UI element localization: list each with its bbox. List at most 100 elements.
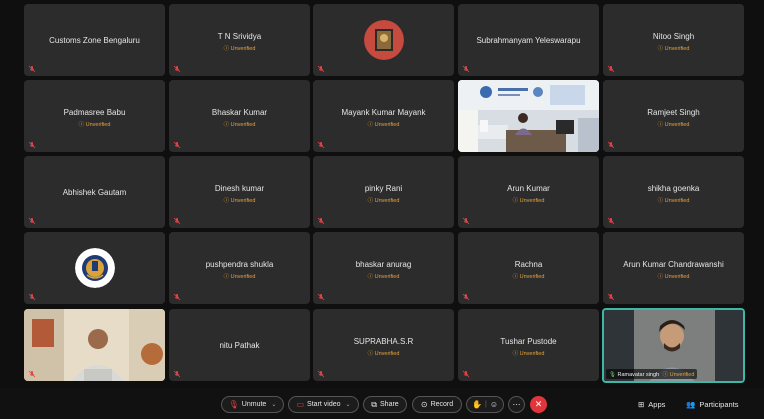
participant-tile[interactable]: bhaskar anurag ⓘ Unverified [313, 232, 454, 304]
mic-muted-icon [607, 217, 615, 225]
mic-muted-icon [28, 141, 36, 149]
unverified-badge: ⓘ Unverified [367, 351, 400, 357]
participant-avatar [74, 248, 115, 288]
participant-tile[interactable]: nitu Pathak [169, 309, 310, 381]
mic-on-icon: 🎙 [609, 372, 616, 378]
people-icon: 👥 [686, 400, 696, 409]
participant-tile[interactable]: Ramjeet Singh ⓘ Unverified [603, 80, 744, 152]
participant-tile[interactable]: Customs Zone Bengaluru [24, 4, 165, 76]
participant-tile[interactable]: Mayank Kumar Mayank ⓘ Unverified [313, 80, 454, 152]
participants-label: Participants [699, 400, 739, 409]
participant-name: Ramavatar singh [617, 372, 660, 378]
mic-muted-icon [607, 141, 615, 149]
participant-tile[interactable] [24, 232, 165, 304]
participant-avatar [363, 20, 404, 60]
close-icon: ✕ [534, 399, 543, 409]
participant-tile-active-speaker[interactable]: 🎙 Ramavatar singh ⓘ Unverified [602, 308, 745, 383]
participant-tile[interactable]: SUPRABHA.S.R ⓘ Unverified [313, 309, 454, 381]
participant-tile[interactable]: Arun Kumar ⓘ Unverified [458, 156, 599, 228]
mic-muted-icon [173, 141, 181, 149]
participant-grid: Customs Zone Bengaluru T N Srividya ⓘ Un… [0, 0, 764, 388]
share-screen-icon: ⧉ [371, 399, 378, 409]
participant-name: nitu Pathak [219, 341, 260, 350]
mic-muted-icon [28, 293, 36, 301]
participant-tile[interactable]: Arun Kumar Chandrawanshi ⓘ Unverified [603, 232, 744, 304]
office-video-feed [458, 80, 599, 152]
unverified-badge: ⓘ Unverified [512, 351, 545, 357]
participant-name: Nitoo Singh [652, 32, 695, 41]
participant-tile[interactable]: pushpendra shukla ⓘ Unverified [169, 232, 310, 304]
unverified-badge: ⓘ Unverified [512, 274, 545, 280]
mic-muted-icon [28, 370, 36, 378]
participant-tile[interactable]: Rachna ⓘ Unverified [458, 232, 599, 304]
more-icon: ⋯ [512, 399, 521, 409]
participant-name: Ramjeet Singh [647, 108, 700, 117]
mic-muted-icon [317, 370, 325, 378]
participant-tile-video[interactable] [458, 80, 599, 152]
participant-tile[interactable]: pinky Rani ⓘ Unverified [313, 156, 454, 228]
record-icon: ⊙ [420, 399, 428, 409]
start-video-button[interactable]: ▭ Start video ⌄ [288, 396, 359, 413]
unverified-badge: ⓘ Unverified [657, 122, 690, 128]
participant-name: Arun Kumar [507, 184, 550, 193]
mic-muted-icon [317, 217, 325, 225]
participant-name: SUPRABHA.S.R [353, 337, 414, 346]
share-button[interactable]: ⧉ Share [363, 396, 407, 413]
participants-button[interactable]: 👥 Participants [686, 396, 739, 413]
participant-tile[interactable] [313, 4, 454, 76]
unverified-badge: ⓘ Unverified [657, 46, 690, 52]
participant-name: Mayank Kumar Mayank [341, 108, 426, 117]
participant-name: pinky Rani [364, 184, 403, 193]
chevron-down-icon[interactable]: ⌄ [346, 401, 351, 408]
participant-tile[interactable]: Padmasree Babu ⓘ Unverified [24, 80, 165, 152]
man-video-feed [24, 309, 165, 381]
unverified-badge: ⓘ Unverified [367, 274, 400, 280]
participant-tile[interactable]: Nitoo Singh ⓘ Unverified [603, 4, 744, 76]
mic-muted-icon [317, 65, 325, 73]
active-speaker-label: 🎙 Ramavatar singh ⓘ Unverified [606, 369, 698, 379]
chevron-down-icon[interactable]: ⌄ [271, 401, 276, 408]
participant-name: bhaskar anurag [355, 260, 412, 269]
participant-tile[interactable]: shikha goenka ⓘ Unverified [603, 156, 744, 228]
share-label: Share [380, 401, 399, 408]
participant-tile[interactable]: Tushar Pustode ⓘ Unverified [458, 309, 599, 381]
reactions-group[interactable]: ✋ | ☺ [466, 396, 504, 413]
mic-muted-icon [317, 141, 325, 149]
more-options-button[interactable]: ⋯ [508, 396, 525, 413]
leave-meeting-button[interactable]: ✕ [530, 396, 547, 413]
participant-tile[interactable]: Subrahmanyam Yeleswarapu [458, 4, 599, 76]
participant-tile[interactable]: T N Srividya ⓘ Unverified [169, 4, 310, 76]
unverified-badge: ⓘ Unverified [223, 198, 256, 204]
mic-muted-icon [607, 65, 615, 73]
mic-muted-icon [607, 293, 615, 301]
unverified-badge: ⓘ Unverified [367, 122, 400, 128]
record-button[interactable]: ⊙ Record [412, 396, 462, 413]
unverified-badge: ⓘ Unverified [223, 274, 256, 280]
unverified-badge: ⓘ Unverified [223, 46, 256, 52]
participant-tile[interactable]: Dinesh kumar ⓘ Unverified [169, 156, 310, 228]
video-off-icon: ▭ [296, 399, 305, 409]
mic-muted-icon [28, 217, 36, 225]
participant-name: Abhishek Gautam [62, 188, 127, 197]
meeting-toolbar: 🎙 Unmute ⌄ ▭ Start video ⌄ ⧉ Share ⊙ Rec… [0, 388, 764, 419]
unmute-label: Unmute [241, 401, 267, 408]
participant-name: T N Srividya [217, 32, 262, 41]
unverified-badge: ⓘ Unverified [223, 122, 256, 128]
unmute-button[interactable]: 🎙 Unmute ⌄ [221, 396, 284, 413]
participant-tile-video[interactable] [24, 309, 165, 381]
mic-muted-icon [173, 293, 181, 301]
participant-name: Subrahmanyam Yeleswarapu [476, 36, 581, 45]
mic-muted-icon [173, 217, 181, 225]
participant-tile[interactable]: Bhaskar Kumar ⓘ Unverified [169, 80, 310, 152]
unverified-badge: ⓘ Unverified [78, 122, 111, 128]
raise-hand-icon[interactable]: ✋ [472, 400, 482, 409]
participant-name: Bhaskar Kumar [211, 108, 268, 117]
participant-name: shikha goenka [647, 184, 700, 193]
mic-muted-icon [173, 65, 181, 73]
mic-muted-icon [462, 65, 470, 73]
emoji-icon[interactable]: ☺ [490, 400, 498, 409]
apps-button[interactable]: ⊞ Apps [638, 396, 665, 413]
participant-tile[interactable]: Abhishek Gautam [24, 156, 165, 228]
participant-name: Customs Zone Bengaluru [49, 36, 140, 45]
start-video-label: Start video [307, 401, 341, 408]
